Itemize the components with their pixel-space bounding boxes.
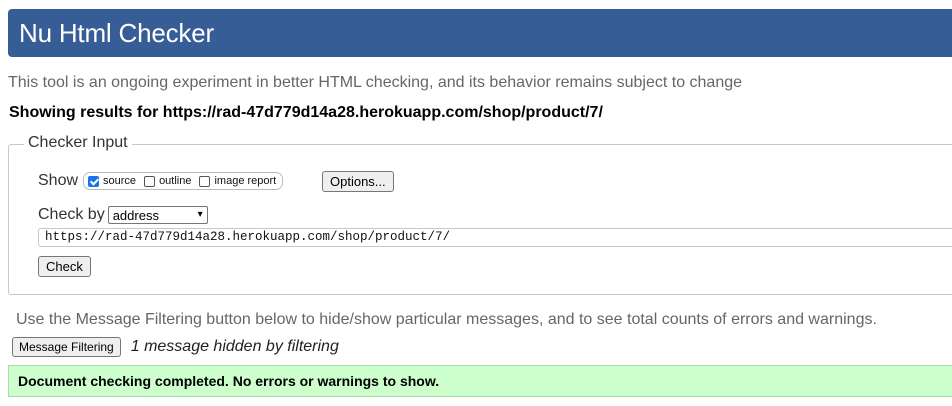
success-status-bar: Document checking completed. No errors o…: [8, 365, 952, 397]
filtering-note: Use the Message Filtering button below t…: [16, 311, 877, 328]
intro-text: This tool is an ongoing experiment in be…: [8, 74, 743, 91]
hidden-message-count: 1 message hidden by filtering: [130, 338, 339, 355]
outline-label: outline: [159, 175, 192, 187]
check-button[interactable]: Check: [38, 256, 91, 277]
results-for-heading: Showing results for https://rad-47d779d1…: [9, 104, 603, 121]
header-bar: Nu Html Checker: [8, 9, 952, 57]
options-button[interactable]: Options...: [322, 171, 394, 192]
show-image-report-option[interactable]: image report: [199, 175, 276, 187]
image-report-checkbox[interactable]: [199, 175, 211, 187]
check-by-selected-value: address: [112, 207, 159, 223]
check-by-select[interactable]: address ▾: [107, 206, 208, 224]
filtering-row: Message Filtering 1 message hidden by fi…: [12, 336, 339, 358]
checker-input-legend: Checker Input: [24, 133, 132, 153]
page: Nu Html Checker This tool is an ongoing …: [0, 0, 952, 406]
image-report-label: image report: [214, 175, 277, 187]
message-filtering-button[interactable]: Message Filtering: [12, 337, 121, 357]
show-label: Show: [38, 172, 79, 189]
page-title: Nu Html Checker: [19, 18, 214, 48]
chevron-down-icon: ▾: [197, 209, 203, 220]
show-outline-option[interactable]: outline: [144, 175, 191, 187]
source-label: source: [103, 175, 137, 187]
show-source-option[interactable]: source: [88, 175, 136, 187]
url-input[interactable]: https://rad-47d779d14a28.herokuapp.com/s…: [38, 228, 952, 247]
check-by-row: Check by address ▾: [38, 205, 208, 225]
success-message: Document checking completed. No errors o…: [18, 373, 440, 389]
show-options-group: source outline image report: [83, 172, 284, 190]
show-options-row: Show source outline image report: [38, 171, 284, 191]
check-by-label: Check by: [38, 206, 105, 223]
source-checkbox[interactable]: [88, 175, 100, 187]
outline-checkbox[interactable]: [144, 175, 156, 187]
